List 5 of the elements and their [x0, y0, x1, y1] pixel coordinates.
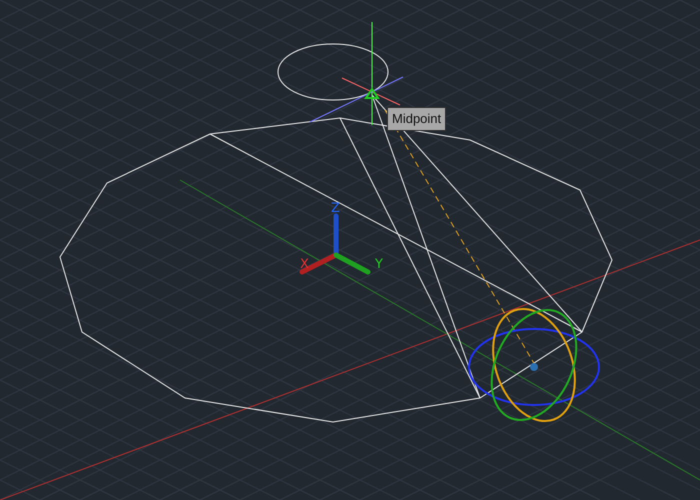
axis-label: X: [300, 257, 309, 272]
ucs-icon: [300, 214, 370, 274]
axis-label: Z: [331, 201, 340, 216]
axis-label: Y: [375, 257, 383, 272]
snap-tooltip: Midpoint: [387, 107, 446, 130]
